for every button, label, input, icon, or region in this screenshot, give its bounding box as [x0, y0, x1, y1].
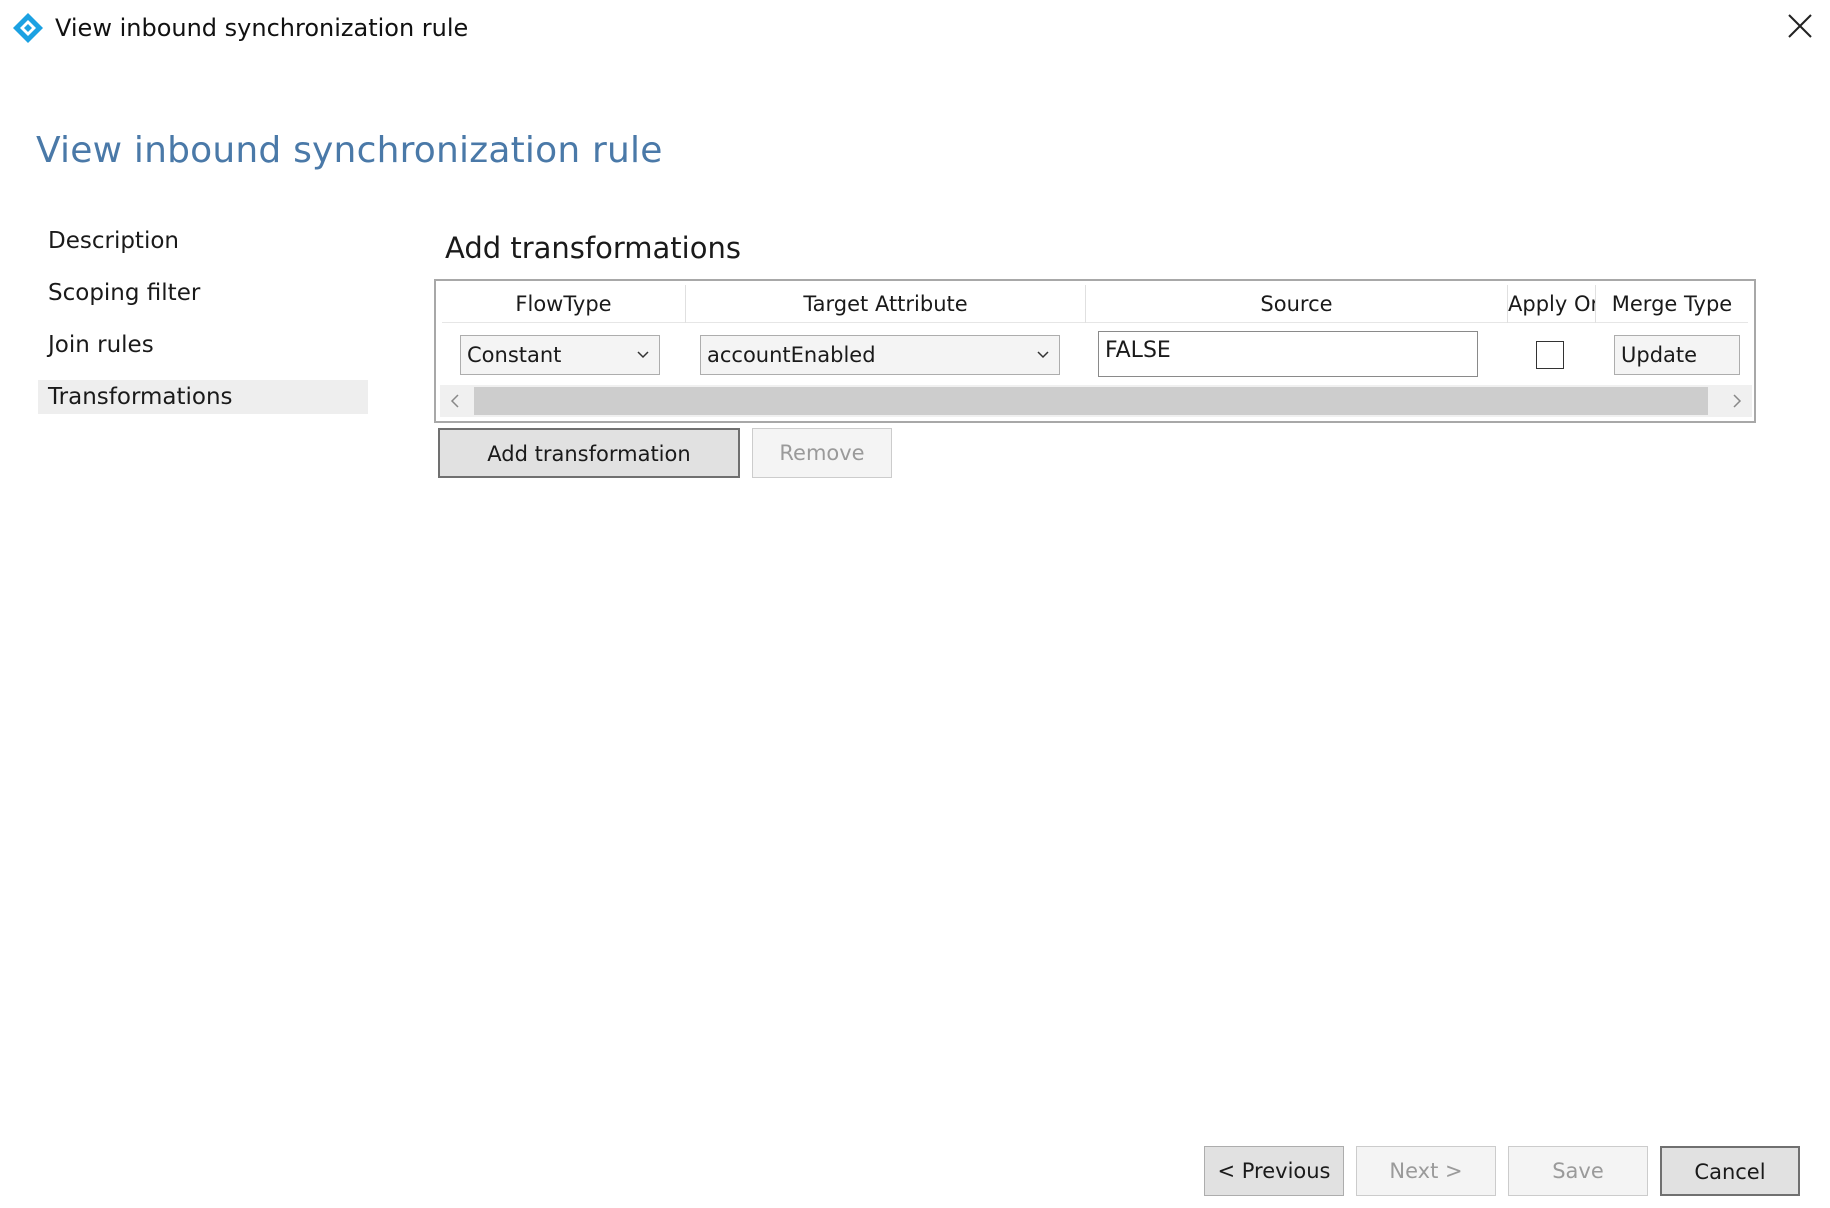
dialog-window: View inbound synchronization rule View i… — [0, 0, 1830, 1208]
source-field[interactable]: FALSE — [1098, 331, 1478, 377]
cancel-button[interactable]: Cancel — [1660, 1146, 1800, 1196]
column-header-flowtype[interactable]: FlowType — [442, 285, 686, 323]
sync-diamond-icon — [12, 12, 44, 44]
wizard-nav: Description Scoping filter Join rules Tr… — [38, 224, 368, 432]
transformations-grid: FlowType Target Attribute Source Apply O… — [434, 279, 1756, 423]
chevron-down-icon — [637, 336, 649, 374]
remove-button[interactable]: Remove — [752, 428, 892, 478]
flowtype-value: Constant — [467, 343, 562, 367]
section-title: Add transformations — [445, 231, 741, 265]
column-header-merge-type[interactable]: Merge Type — [1596, 285, 1748, 323]
title-bar: View inbound synchronization rule — [0, 0, 1830, 56]
scrollbar-thumb[interactable] — [474, 387, 1708, 415]
column-header-source[interactable]: Source — [1086, 285, 1508, 323]
next-button[interactable]: Next > — [1356, 1146, 1496, 1196]
window-title: View inbound synchronization rule — [55, 14, 469, 42]
scroll-right-icon[interactable] — [1722, 385, 1752, 417]
nav-item-scoping-filter[interactable]: Scoping filter — [38, 276, 368, 310]
chevron-down-icon — [1037, 336, 1049, 374]
close-icon — [1787, 13, 1813, 43]
column-header-apply-once[interactable]: Apply Or — [1508, 285, 1596, 323]
scroll-left-icon[interactable] — [440, 385, 470, 417]
grid-header: FlowType Target Attribute Source Apply O… — [442, 285, 1748, 323]
horizontal-scrollbar[interactable] — [440, 385, 1752, 417]
flowtype-dropdown[interactable]: Constant — [460, 335, 660, 375]
target-attribute-dropdown[interactable]: accountEnabled — [700, 335, 1060, 375]
apply-once-checkbox[interactable] — [1536, 341, 1564, 369]
column-header-target-attribute[interactable]: Target Attribute — [686, 285, 1086, 323]
previous-button[interactable]: < Previous — [1204, 1146, 1344, 1196]
nav-item-join-rules[interactable]: Join rules — [38, 328, 368, 362]
merge-type-field[interactable]: Update — [1614, 335, 1740, 375]
table-row[interactable]: Constant accountEnabled FALSE Update — [442, 325, 1748, 377]
nav-item-transformations[interactable]: Transformations — [38, 380, 368, 414]
close-button[interactable] — [1778, 6, 1822, 50]
target-attribute-value: accountEnabled — [707, 343, 876, 367]
add-transformation-button[interactable]: Add transformation — [438, 428, 740, 478]
page-title: View inbound synchronization rule — [36, 130, 663, 171]
save-button[interactable]: Save — [1508, 1146, 1648, 1196]
nav-item-description[interactable]: Description — [38, 224, 368, 258]
